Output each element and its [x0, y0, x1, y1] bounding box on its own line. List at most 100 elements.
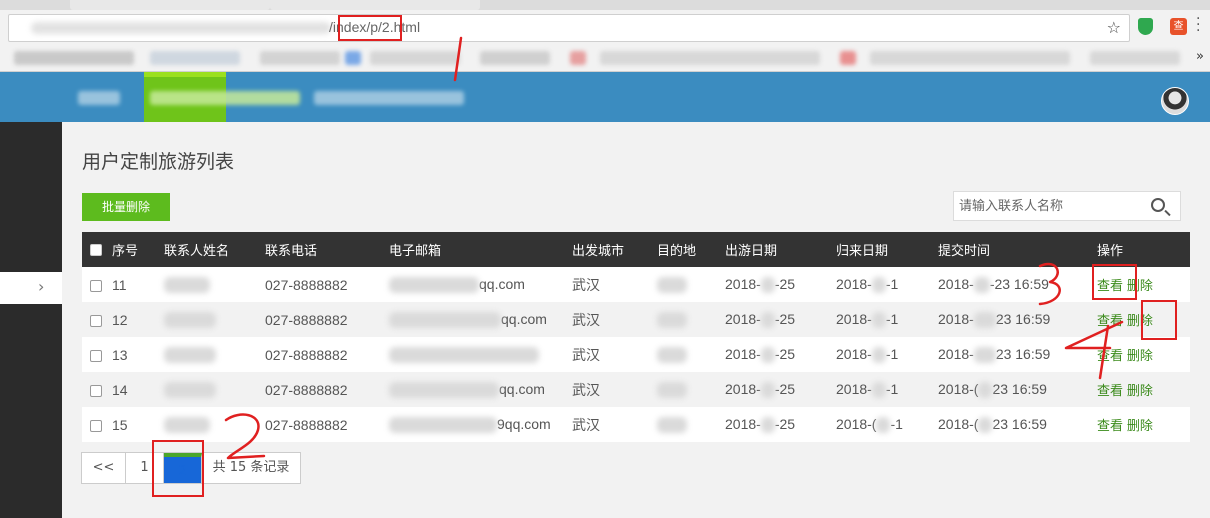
redacted-email [389, 347, 539, 364]
avatar[interactable] [1161, 87, 1189, 115]
select-all-checkbox[interactable] [90, 243, 102, 256]
bookmarks-more-icon[interactable]: » [1196, 49, 1204, 64]
nav-item-label [150, 91, 300, 105]
row-submitted-tail: 23 16:59 [995, 310, 1051, 327]
row-submitted: 2018-( [938, 415, 979, 432]
row-start-date-tail: -25 [774, 380, 796, 397]
bookmark-item[interactable] [570, 51, 586, 65]
redacted-destination [657, 347, 687, 364]
row-phone: 027-8888882 [265, 346, 348, 363]
star-icon[interactable]: ☆ [1107, 18, 1121, 37]
redacted-date [760, 277, 775, 294]
row-id: 12 [112, 311, 128, 328]
row-city: 武汉 [572, 416, 600, 433]
bookmark-item[interactable] [600, 51, 820, 65]
row-submitted: 2018- [938, 345, 974, 362]
annotation-box-delete [1141, 300, 1177, 340]
batch-delete-button[interactable]: 批量删除 [82, 193, 170, 221]
bookmarks-bar: » [0, 44, 1210, 72]
bookmark-item[interactable] [870, 51, 1070, 65]
row-back-date: 2018-( [836, 415, 877, 432]
row-checkbox[interactable] [90, 279, 102, 292]
row-start-date: 2018- [725, 310, 761, 327]
bookmark-item[interactable] [480, 51, 550, 65]
column-header: 电子邮箱 [389, 244, 442, 259]
row-city: 武汉 [572, 276, 600, 293]
address-bar-row: /index/p/2.html ☆ [0, 10, 1210, 44]
search-icon[interactable] [1151, 198, 1165, 212]
pagination-prev-button[interactable]: << [82, 453, 126, 483]
bookmark-item[interactable] [840, 51, 856, 65]
view-link[interactable]: 查看 [1097, 313, 1123, 328]
table-row: 13 027-8888882 武汉 2018- -25 2018- -1 2018-… [82, 337, 1190, 372]
url-redacted [31, 22, 331, 34]
row-back-date-tail: -1 [885, 380, 899, 397]
sidebar [0, 122, 62, 518]
delete-link[interactable]: 删除 [1127, 348, 1153, 363]
bookmark-item[interactable] [150, 51, 240, 65]
browser-tab[interactable] [70, 0, 270, 10]
redacted-email [389, 277, 479, 294]
table-row: 14 027-8888882 qq.com 武汉 2018- -25 2018- -… [82, 372, 1190, 407]
redacted-name [164, 312, 216, 329]
bookmark-item[interactable] [14, 51, 134, 65]
row-email-tail: qq.com [499, 380, 545, 397]
row-back-date-tail: -1 [885, 310, 899, 327]
column-header: 归来日期 [836, 244, 889, 259]
search-extension-icon[interactable]: 查 [1170, 18, 1187, 35]
redacted-destination [657, 277, 687, 294]
redacted-name [164, 347, 216, 364]
row-back-date-tail: -1 [890, 415, 903, 432]
row-city: 武汉 [572, 381, 600, 398]
row-back-date: 2018- [836, 380, 872, 397]
redacted-date [876, 417, 891, 434]
row-city: 武汉 [572, 311, 600, 328]
redacted-date [978, 382, 993, 399]
bookmark-item[interactable] [260, 51, 340, 65]
row-email-tail: qq.com [501, 310, 547, 327]
delete-link[interactable]: 删除 [1127, 418, 1153, 433]
table-row: 12 027-8888882 qq.com 武汉 2018- -25 2018- -… [82, 302, 1190, 337]
redacted-date [760, 347, 775, 364]
row-submitted: 2018-( [938, 380, 979, 397]
row-back-date-tail: -1 [885, 275, 899, 292]
row-phone: 027-8888882 [265, 311, 348, 328]
app-header [0, 72, 1210, 122]
browser-menu-icon[interactable]: · · · [1196, 12, 1200, 38]
column-header: 出游日期 [725, 244, 778, 259]
redacted-email [389, 312, 501, 329]
view-link[interactable]: 查看 [1097, 348, 1123, 363]
row-submitted-tail: 23 16:59 [992, 380, 1047, 397]
delete-link[interactable]: 删除 [1127, 383, 1153, 398]
row-checkbox[interactable] [90, 314, 102, 327]
address-bar[interactable]: /index/p/2.html ☆ [8, 14, 1130, 42]
search-input[interactable] [954, 192, 1144, 220]
redacted-date [871, 382, 886, 399]
nav-item[interactable] [314, 91, 464, 105]
row-start-date-tail: -25 [774, 310, 796, 327]
row-back-date: 2018- [836, 275, 872, 292]
row-start-date: 2018- [725, 380, 761, 397]
redacted-date [871, 277, 886, 294]
view-link[interactable]: 查看 [1097, 418, 1123, 433]
view-link[interactable]: 查看 [1097, 383, 1123, 398]
sidebar-toggle[interactable]: › [0, 272, 62, 304]
bookmark-item[interactable] [370, 51, 460, 65]
row-checkbox[interactable] [90, 349, 102, 362]
row-start-date: 2018- [725, 345, 761, 362]
bookmark-item[interactable] [1090, 51, 1180, 65]
shield-extension-icon[interactable] [1138, 18, 1153, 35]
row-submitted-tail: -23 16:59 [989, 275, 1049, 292]
browser-tab[interactable] [270, 0, 480, 10]
row-id: 13 [112, 346, 128, 363]
row-checkbox[interactable] [90, 384, 102, 397]
row-checkbox[interactable] [90, 419, 102, 432]
nav-item[interactable] [78, 91, 120, 105]
row-phone: 027-8888882 [265, 381, 348, 398]
bookmark-item[interactable] [345, 51, 361, 65]
row-back-date: 2018- [836, 345, 872, 362]
row-start-date-tail: -25 [774, 415, 796, 432]
redacted-destination [657, 312, 687, 329]
redacted-date [973, 312, 996, 329]
chevron-right-icon: › [38, 277, 45, 296]
